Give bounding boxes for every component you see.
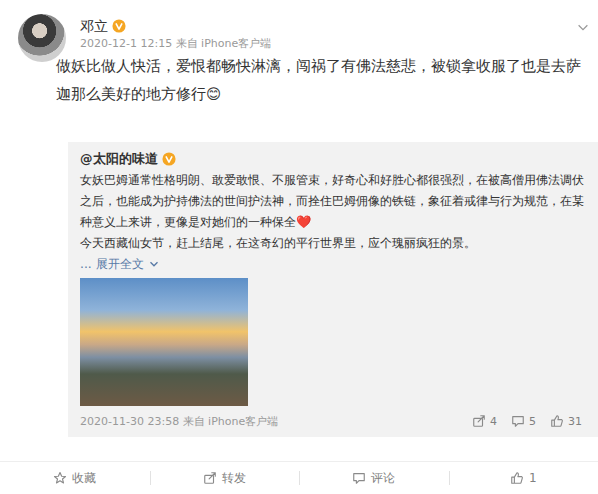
verified-badge-icon	[112, 19, 126, 33]
post-time: 2020-12-1 12:15 来自 iPhone客户端	[80, 36, 568, 52]
action-bar: 收藏 转发 评论 1	[0, 461, 598, 494]
comment-icon	[352, 471, 366, 485]
post-header: 邓立2020-12-1 12:15 来自 iPhone客户端做妖比做人快活，爱恨…	[0, 14, 598, 108]
share-icon	[203, 471, 217, 485]
more-menu[interactable]	[568, 14, 598, 52]
repost-stats: 4 5 31	[472, 414, 586, 428]
stat-item[interactable]: 5	[511, 414, 536, 428]
expand-label: ... 展开全文	[80, 254, 144, 274]
thumbs-up-icon	[510, 471, 524, 485]
stat-count: 4	[490, 415, 497, 428]
post-text: 做妖比做人快活，爱恨都畅快淋漓，闯祸了有佛法慈悲，被锁拿收服了也是去萨迦那么美好…	[56, 52, 598, 108]
star-icon	[53, 471, 67, 485]
repost-paragraph: 女妖巴姆通常性格明朗、敢爱敢恨、不服管束，好奇心和好胜心都很强烈，在被高僧用佛法…	[80, 170, 586, 233]
author-name[interactable]: 邓立	[80, 16, 108, 36]
action-label: 收藏	[72, 470, 96, 487]
repost-author-line: @太阳的味道	[80, 150, 586, 168]
stat-count: 5	[529, 415, 536, 428]
repost-footer: 2020-11-30 23:58 来自 iPhone客户端 4 5 31	[80, 409, 586, 433]
action-button[interactable]: 转发	[150, 462, 300, 494]
share-icon	[472, 414, 486, 428]
avatar[interactable]	[18, 14, 66, 62]
action-button[interactable]: 评论	[299, 462, 449, 494]
photo[interactable]	[80, 278, 248, 406]
action-label: 评论	[371, 470, 395, 487]
action-button[interactable]: 1	[449, 462, 598, 494]
repost-time: 2020-11-30 23:58 来自 iPhone客户端	[80, 414, 278, 429]
chevron-down-icon	[147, 257, 161, 271]
repost-card: @太阳的味道女妖巴姆通常性格明朗、敢爱敢恨、不服管束，好奇心和好胜心都很强烈，在…	[68, 142, 598, 437]
repost-paragraph: 今天西藏仙女节，赶上结尾，在这奇幻的平行世界里，应个瑰丽疯狂的景。	[80, 233, 586, 254]
repost-author[interactable]: @太阳的味道	[80, 150, 158, 168]
action-label: 转发	[222, 470, 246, 487]
verified-badge-icon	[162, 152, 176, 166]
thumbs-up-icon	[550, 414, 564, 428]
expand-link[interactable]: ... 展开全文	[80, 254, 586, 274]
author-block: 邓立2020-12-1 12:15 来自 iPhone客户端	[80, 14, 568, 52]
stat-count: 31	[568, 415, 582, 428]
action-label: 1	[529, 471, 537, 485]
chevron-down-icon	[576, 20, 590, 34]
comment-icon	[511, 414, 525, 428]
stat-item[interactable]: 4	[472, 414, 497, 428]
author-line: 邓立	[80, 14, 568, 36]
stat-item[interactable]: 31	[550, 414, 582, 428]
action-button[interactable]: 收藏	[0, 462, 150, 494]
